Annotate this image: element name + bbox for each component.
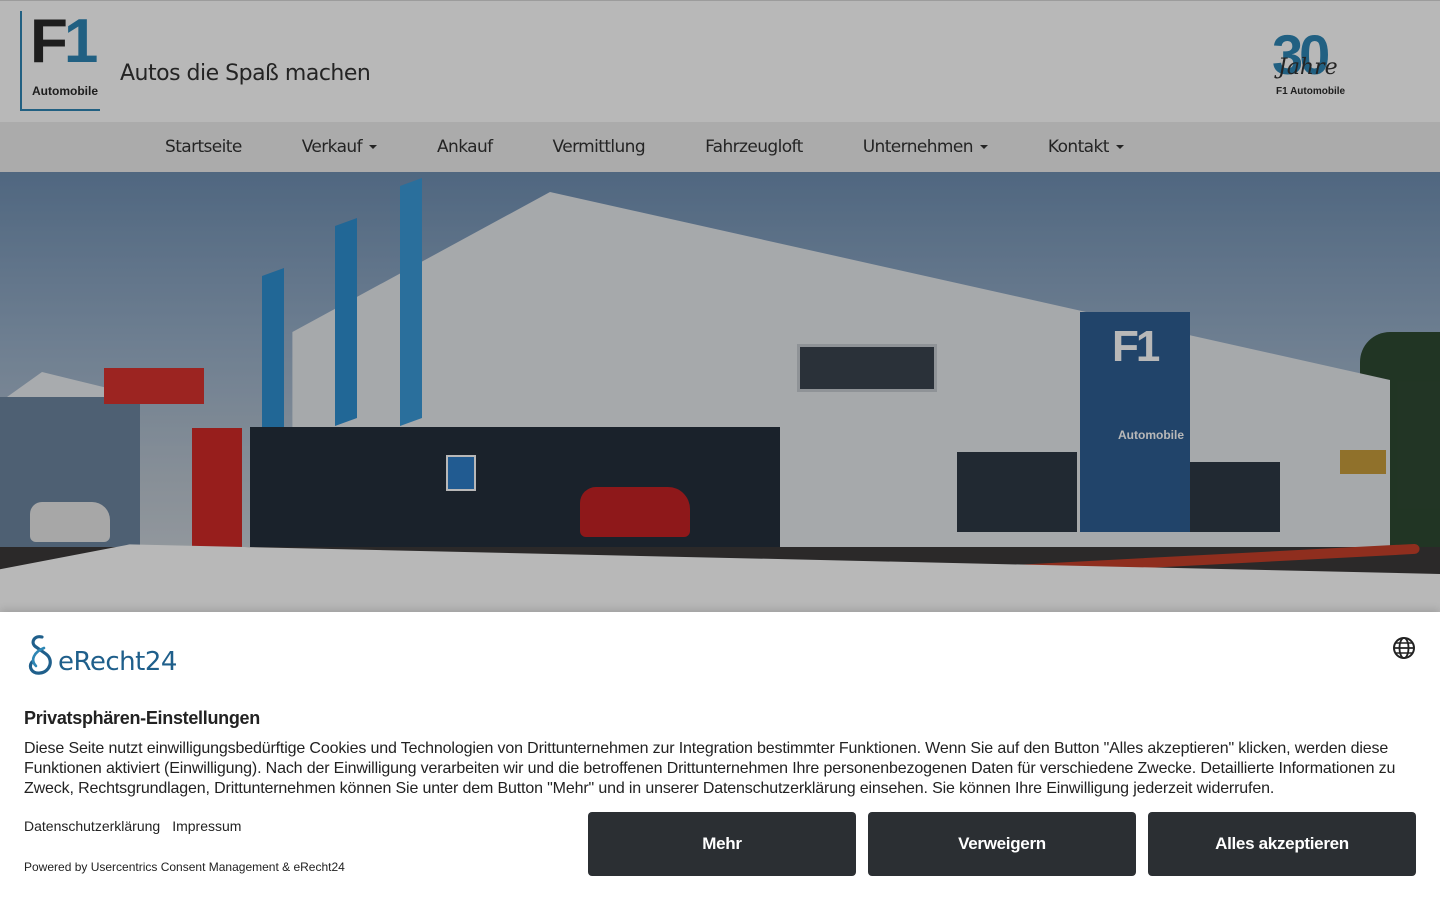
imprint-link[interactable]: Impressum [172,818,241,834]
globe-icon[interactable] [1392,636,1416,660]
more-button[interactable]: Mehr [588,812,856,876]
deny-button[interactable]: Verweigern [868,812,1136,876]
consent-title: Privatsphären-Einstellungen [24,708,260,728]
cookie-consent-banner: eRecht24 Privatsphären-Einstellungen Die… [0,612,1440,900]
privacy-policy-link[interactable]: Datenschutzerklärung [24,818,160,834]
consent-description: Diese Seite nutzt einwilligungsbedürftig… [24,740,1396,797]
consent-links: Datenschutzerklärung Impressum [24,818,241,834]
accept-all-button[interactable]: Alles akzeptieren [1148,812,1416,876]
erecht24-mark-icon [28,635,52,675]
powered-by: Powered by Usercentrics Consent Manageme… [24,860,345,874]
brand-name: eRecht24 [58,647,177,677]
